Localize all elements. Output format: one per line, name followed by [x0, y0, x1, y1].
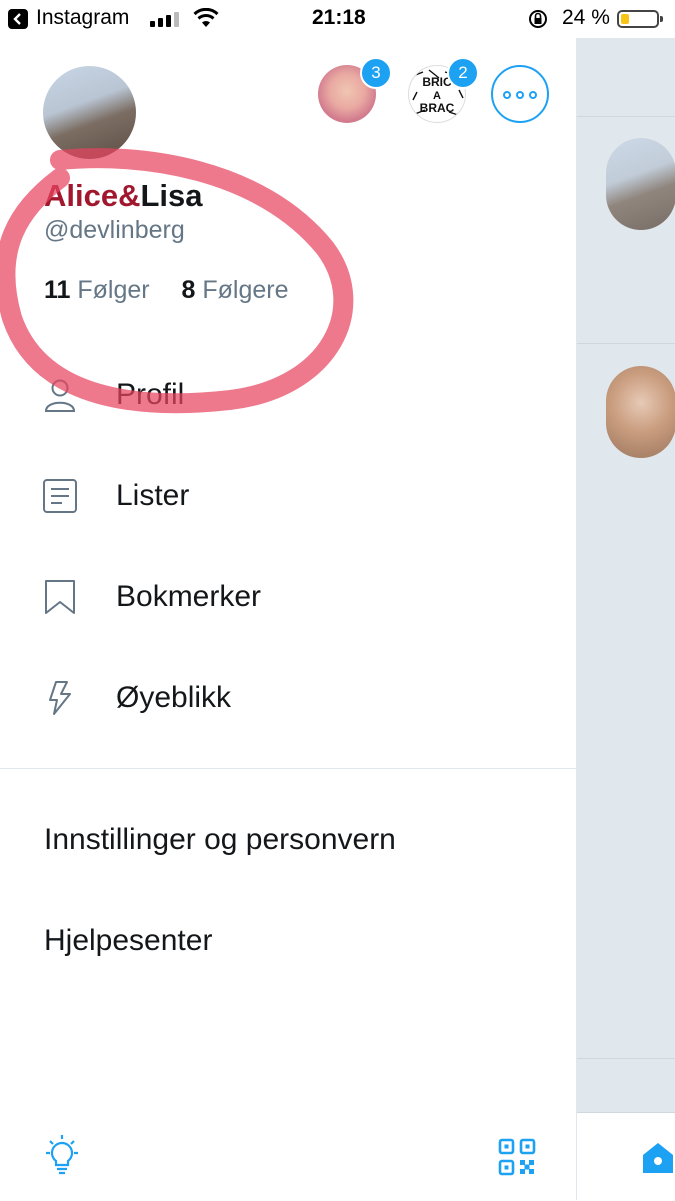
- bookmark-icon: [45, 580, 75, 614]
- menu-item-label: Lister: [116, 479, 190, 512]
- menu-item-moments[interactable]: Øyeblikk: [0, 648, 577, 748]
- wifi-icon: [193, 8, 219, 27]
- bottom-tab-bar: [577, 1112, 675, 1201]
- list-icon: [43, 479, 77, 513]
- menu-item-label: Bokmerker: [116, 580, 262, 613]
- person-icon: [44, 379, 76, 412]
- lightning-icon: [49, 681, 71, 715]
- menu-item-bookmarks[interactable]: Bokmerker: [0, 547, 577, 647]
- menu-item-lists[interactable]: Lister: [0, 446, 577, 546]
- followers-link[interactable]: 8 Følgere: [182, 276, 289, 304]
- profile-avatar[interactable]: [43, 66, 136, 159]
- tweet-avatar: [606, 138, 675, 230]
- menu-item-label: Øyeblikk: [116, 681, 232, 714]
- settings-and-privacy-link[interactable]: Innstillinger og personvern: [44, 823, 396, 857]
- timeline-divider: [577, 116, 675, 117]
- display-name[interactable]: Alice&Lisa: [44, 178, 203, 214]
- navigation-drawer: 3 BRIC A BRAC 2 Alice&Lisa @devlinberg 1…: [0, 38, 577, 1200]
- help-center-link[interactable]: Hjelpesenter: [44, 924, 212, 958]
- status-bar: Instagram 21:18 24 %: [0, 0, 675, 38]
- orientation-lock-icon: [529, 10, 547, 28]
- back-to-app-icon[interactable]: [8, 9, 28, 29]
- username-handle: @devlinberg: [44, 216, 185, 244]
- battery-icon: [617, 10, 663, 28]
- back-app-label[interactable]: Instagram: [36, 6, 129, 30]
- timeline-divider: [577, 343, 675, 344]
- menu-divider: [0, 768, 577, 769]
- timeline-background: [577, 38, 675, 1201]
- lightbulb-icon[interactable]: [40, 1133, 84, 1177]
- follow-counts: 11 Følger 8 Følgere: [44, 276, 289, 305]
- notification-badge: 3: [360, 57, 392, 89]
- clock: 21:18: [312, 6, 366, 29]
- more-accounts-button[interactable]: [491, 65, 549, 123]
- following-link[interactable]: 11 Følger: [44, 276, 150, 304]
- battery-percentage: 24 %: [562, 6, 610, 29]
- tweet-avatar: [606, 366, 675, 458]
- menu-item-profile[interactable]: Profil: [0, 345, 577, 445]
- brac-logo-text: BRAC: [420, 101, 455, 115]
- qr-code-icon[interactable]: [498, 1138, 536, 1176]
- notification-badge: 2: [447, 57, 479, 89]
- signal-icon: [150, 11, 182, 27]
- home-icon[interactable]: [641, 1141, 675, 1175]
- menu-item-label: Profil: [116, 378, 185, 411]
- timeline-divider: [577, 1058, 675, 1059]
